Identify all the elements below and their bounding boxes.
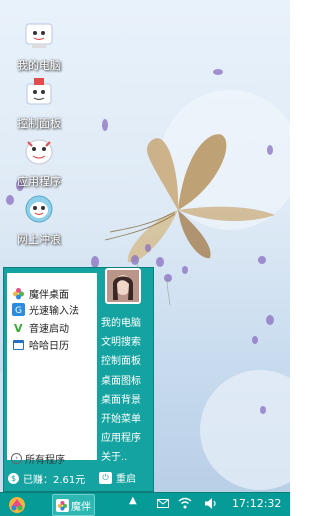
desktop-icon-control-panel[interactable]: 控制面板 [9, 76, 69, 131]
user-avatar-icon [107, 270, 139, 302]
start-menu-item-mobox-desktop[interactable]: 魔伴桌面 [12, 285, 69, 302]
desktop-icon-label: 应用程序 [17, 175, 61, 188]
taskbar: 魔伴 ▲ 17:12:32 [0, 492, 290, 516]
start-menu-item-quick-launch[interactable]: V 音速启动 [12, 319, 69, 336]
start-menu-link-about[interactable]: 关于.. [101, 448, 127, 463]
coin-icon: $ [8, 473, 19, 484]
tray-expand-arrow-icon[interactable]: ▲ [129, 495, 137, 506]
start-menu-link-desktop-background[interactable]: 桌面背景 [101, 391, 141, 406]
start-menu-footer: $ 已赚：2.61元 ⏻ 重启 [4, 468, 153, 491]
start-menu-item-label: 哈哈日历 [29, 341, 69, 352]
earnings-label: 已赚：2.61元 [23, 475, 86, 486]
start-menu-link-my-computer[interactable]: 我的电脑 [101, 314, 141, 329]
g-icon: G [12, 303, 25, 316]
volume-icon[interactable] [204, 497, 218, 510]
start-menu-link-search[interactable]: 文明搜索 [101, 333, 141, 348]
v-icon: V [14, 322, 23, 334]
start-menu: 魔伴桌面 G 光速输入法 V 音速启动 哈哈日历 › 所有程序 我的电脑 文明搜… [3, 267, 154, 492]
all-programs-label: 所有程序 [25, 455, 65, 466]
svg-text:G: G [15, 306, 22, 316]
desktop-icon-label: 网上冲浪 [17, 233, 61, 246]
start-menu-item-calendar[interactable]: 哈哈日历 [12, 336, 69, 353]
desktop-icon-label: 我的电脑 [17, 59, 61, 72]
start-button[interactable] [6, 495, 28, 514]
power-icon: ⏻ [99, 471, 112, 484]
start-menu-item-label: 光速输入法 [29, 306, 79, 317]
avatar[interactable] [105, 268, 141, 304]
flower-icon [13, 288, 24, 300]
desktop-icon-label: 控制面板 [17, 117, 61, 130]
start-menu-link-desktop-icons[interactable]: 桌面图标 [101, 372, 141, 387]
taskbar-app-label: 魔伴 [71, 501, 91, 513]
start-menu-item-label: 魔伴桌面 [29, 290, 69, 301]
clock[interactable]: 17:12:32 [232, 497, 281, 510]
cartoon-apps-icon [25, 139, 53, 165]
desktop-icon-my-computer[interactable]: 我的电脑 [9, 18, 69, 73]
start-menu-link-start-menu[interactable]: 开始菜单 [101, 410, 141, 425]
wifi-icon[interactable] [178, 497, 192, 509]
arrow-right-icon: › [11, 453, 22, 464]
start-menu-item-label: 音速启动 [29, 324, 69, 335]
cartoon-control-panel-icon [26, 78, 52, 105]
start-menu-item-input-method[interactable]: G 光速输入法 [12, 301, 79, 318]
start-menu-link-applications[interactable]: 应用程序 [101, 429, 141, 444]
svg-text:V: V [14, 322, 23, 334]
cartoon-internet-icon [25, 195, 53, 223]
all-programs-button[interactable]: › 所有程序 [11, 451, 65, 466]
earnings-display: $ 已赚：2.61元 [8, 471, 85, 486]
start-menu-pinned-list: 魔伴桌面 G 光速输入法 V 音速启动 哈哈日历 › 所有程序 [7, 273, 97, 466]
message-icon[interactable] [157, 499, 169, 508]
flower-icon [56, 498, 69, 512]
calendar-icon [13, 340, 24, 350]
desktop-icon-applications[interactable]: 应用程序 [9, 134, 69, 189]
cartoon-computer-icon [25, 23, 53, 48]
restart-label: 重启 [116, 474, 136, 485]
restart-button[interactable]: ⏻ 重启 [99, 470, 136, 485]
taskbar-app-mobox[interactable]: 魔伴 [52, 494, 95, 516]
start-menu-link-control-panel[interactable]: 控制面板 [101, 352, 141, 367]
desktop-icon-internet[interactable]: 网上冲浪 [9, 192, 69, 247]
